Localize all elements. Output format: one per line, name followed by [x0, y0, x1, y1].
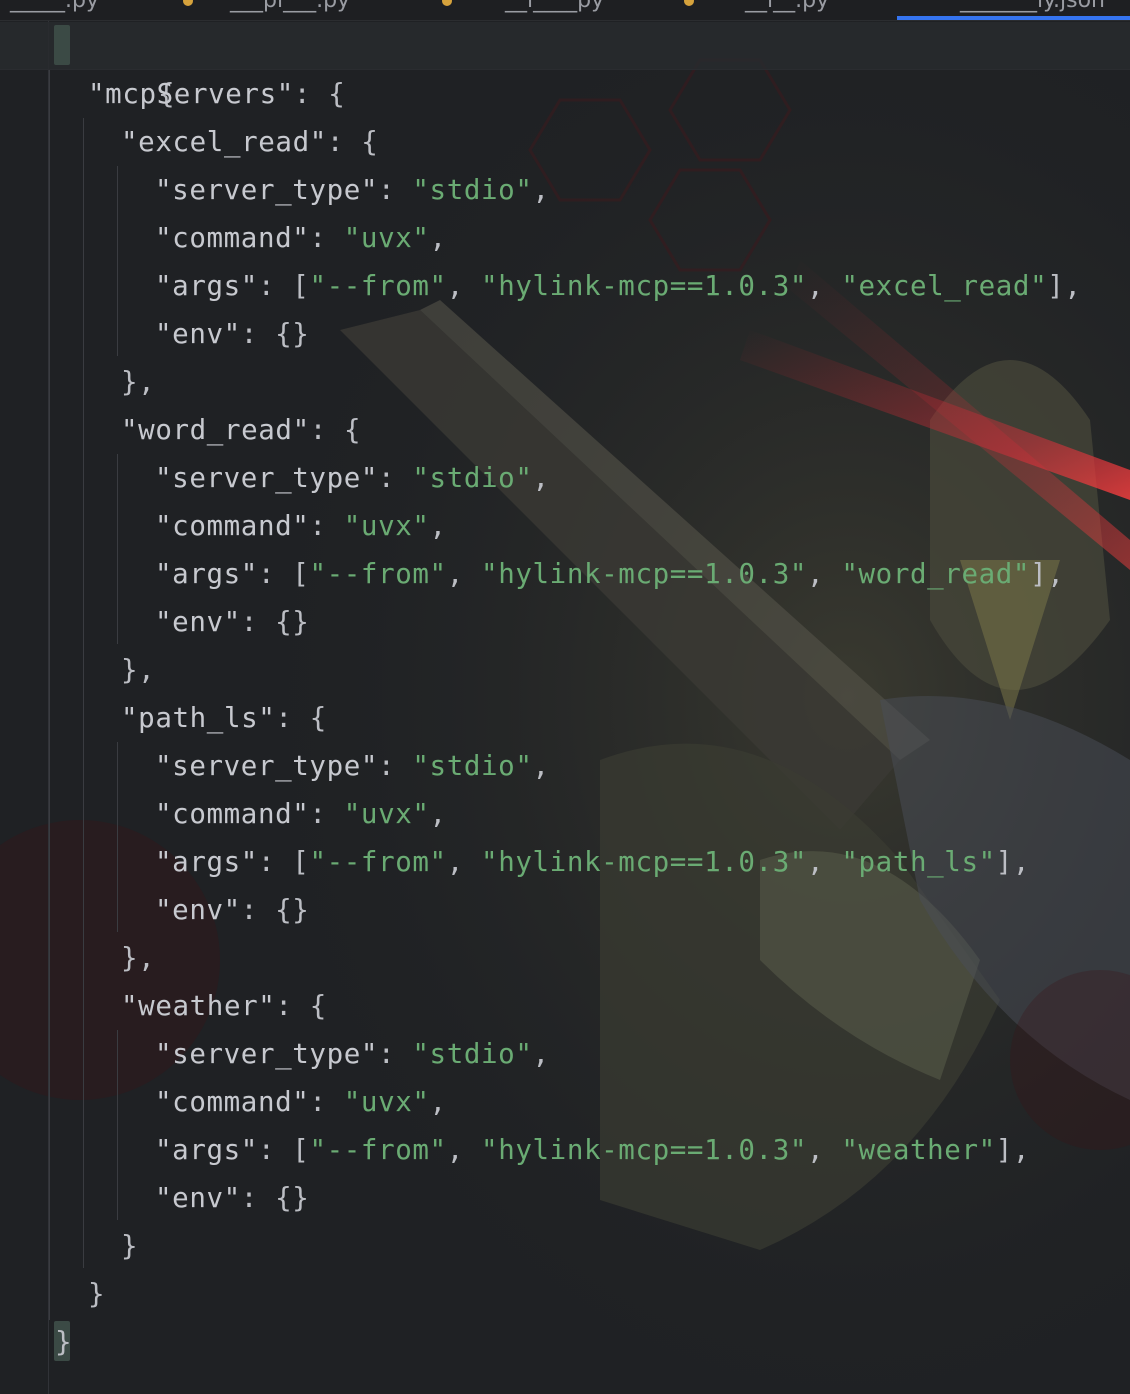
json-key: "mcpServers": [88, 78, 294, 110]
close-brace: }: [88, 1278, 106, 1310]
json-string: "uvx": [343, 798, 430, 830]
json-empty-object: {}: [275, 318, 310, 350]
json-key: "env": [155, 318, 241, 350]
json-string: "hylink-mcp==1.0.3": [481, 270, 808, 302]
tab-file-2[interactable]: ___pl___.py: [230, 0, 350, 16]
code-line: },: [121, 358, 155, 406]
code-line: "word_read": {: [121, 414, 362, 446]
python-file-icon: [442, 0, 452, 6]
code-line: "server_type": "stdio",: [155, 174, 550, 206]
code-line: "excel_read": {: [121, 126, 379, 158]
python-file-icon: [684, 0, 694, 6]
editor-tab-bar: _____.py ___pl___.py __l____py __l__.py …: [0, 0, 1130, 21]
json-string: "stdio": [412, 174, 533, 206]
indent-guide: [83, 118, 84, 1268]
code-line: "args": ["--from", "hylink-mcp==1.0.3", …: [155, 846, 1031, 878]
json-key: "server_type": [155, 462, 379, 494]
json-key: "word_read": [121, 414, 310, 446]
code-line: "mcpServers": {: [88, 78, 346, 110]
code-line: }: [121, 1222, 138, 1270]
json-string: "path_ls": [841, 846, 996, 878]
code-line: "args": ["--from", "hylink-mcp==1.0.3", …: [155, 558, 1065, 590]
json-key: "args": [155, 1134, 258, 1166]
root-close-brace: }: [55, 1326, 73, 1358]
json-string: "--from": [309, 846, 447, 878]
code-line: "server_type": "stdio",: [155, 1038, 550, 1070]
code-line: "env": {}: [155, 1182, 310, 1214]
code-line: "weather": {: [121, 990, 327, 1022]
json-string: "excel_read": [841, 270, 1048, 302]
code-line: "args": ["--from", "hylink-mcp==1.0.3", …: [155, 1134, 1031, 1166]
indent-guide: [117, 166, 118, 356]
tab-file-active[interactable]: _______ly.json: [960, 0, 1105, 16]
json-empty-object: {}: [275, 606, 310, 638]
json-key: "excel_read": [121, 126, 327, 158]
code-line: "command": "uvx",: [155, 510, 447, 542]
active-tab-indicator: [897, 16, 1130, 20]
python-file-icon: [183, 0, 193, 6]
json-key: "args": [155, 270, 258, 302]
indent-guide: [117, 742, 118, 932]
json-empty-object: {}: [275, 894, 310, 926]
json-string: "--from": [309, 1134, 447, 1166]
json-key: "server_type": [155, 750, 379, 782]
code-line: "command": "uvx",: [155, 1086, 447, 1118]
json-key: "path_ls": [121, 702, 276, 734]
indent-guide: [117, 454, 118, 644]
tab-file-1[interactable]: _____.py: [10, 0, 99, 16]
code-line: "command": "uvx",: [155, 222, 447, 254]
json-key: "server_type": [155, 174, 379, 206]
indent-guide: [49, 70, 50, 1320]
json-key: "args": [155, 846, 258, 878]
json-key: "command": [155, 222, 310, 254]
json-empty-object: {}: [275, 1182, 310, 1214]
json-string: "stdio": [412, 1038, 533, 1070]
tab-file-3[interactable]: __l____py: [505, 0, 604, 16]
json-string: "hylink-mcp==1.0.3": [481, 846, 808, 878]
json-string: "uvx": [343, 222, 430, 254]
json-string: "uvx": [343, 1086, 430, 1118]
code-line: "command": "uvx",: [155, 798, 447, 830]
code-line: "env": {}: [155, 606, 310, 638]
code-line: "path_ls": {: [121, 702, 327, 734]
close-brace: },: [121, 654, 156, 686]
json-key: "command": [155, 798, 310, 830]
json-key: "command": [155, 510, 310, 542]
close-brace: },: [121, 942, 156, 974]
json-string: "hylink-mcp==1.0.3": [481, 1134, 808, 1166]
close-brace: },: [121, 366, 156, 398]
code-line: "server_type": "stdio",: [155, 462, 550, 494]
json-string: "--from": [309, 270, 447, 302]
code-line: }: [55, 1318, 72, 1366]
json-string: "hylink-mcp==1.0.3": [481, 558, 808, 590]
code-line: "env": {}: [155, 894, 310, 926]
code-line: },: [121, 646, 155, 694]
json-string: "stdio": [412, 750, 533, 782]
code-line: "server_type": "stdio",: [155, 750, 550, 782]
code-line: }: [88, 1270, 105, 1318]
code-line: {: [55, 22, 175, 110]
tab-file-4[interactable]: __l__.py: [745, 0, 829, 16]
json-key: "server_type": [155, 1038, 379, 1070]
json-key: "weather": [121, 990, 276, 1022]
json-key: "args": [155, 558, 258, 590]
json-key: "env": [155, 894, 241, 926]
json-string: "word_read": [841, 558, 1031, 590]
json-string: "uvx": [343, 510, 430, 542]
code-editor[interactable]: _____.py ___pl___.py __l____py __l__.py …: [0, 0, 1130, 1394]
json-key: "env": [155, 606, 241, 638]
json-key: "command": [155, 1086, 310, 1118]
code-line: },: [121, 934, 155, 982]
json-string: "weather": [841, 1134, 996, 1166]
json-string: "--from": [309, 558, 447, 590]
code-line: "env": {}: [155, 318, 310, 350]
code-line: "args": ["--from", "hylink-mcp==1.0.3", …: [155, 270, 1082, 302]
json-string: "stdio": [412, 462, 533, 494]
indent-guide: [117, 1030, 118, 1220]
json-key: "env": [155, 1182, 241, 1214]
close-brace: }: [121, 1230, 139, 1262]
